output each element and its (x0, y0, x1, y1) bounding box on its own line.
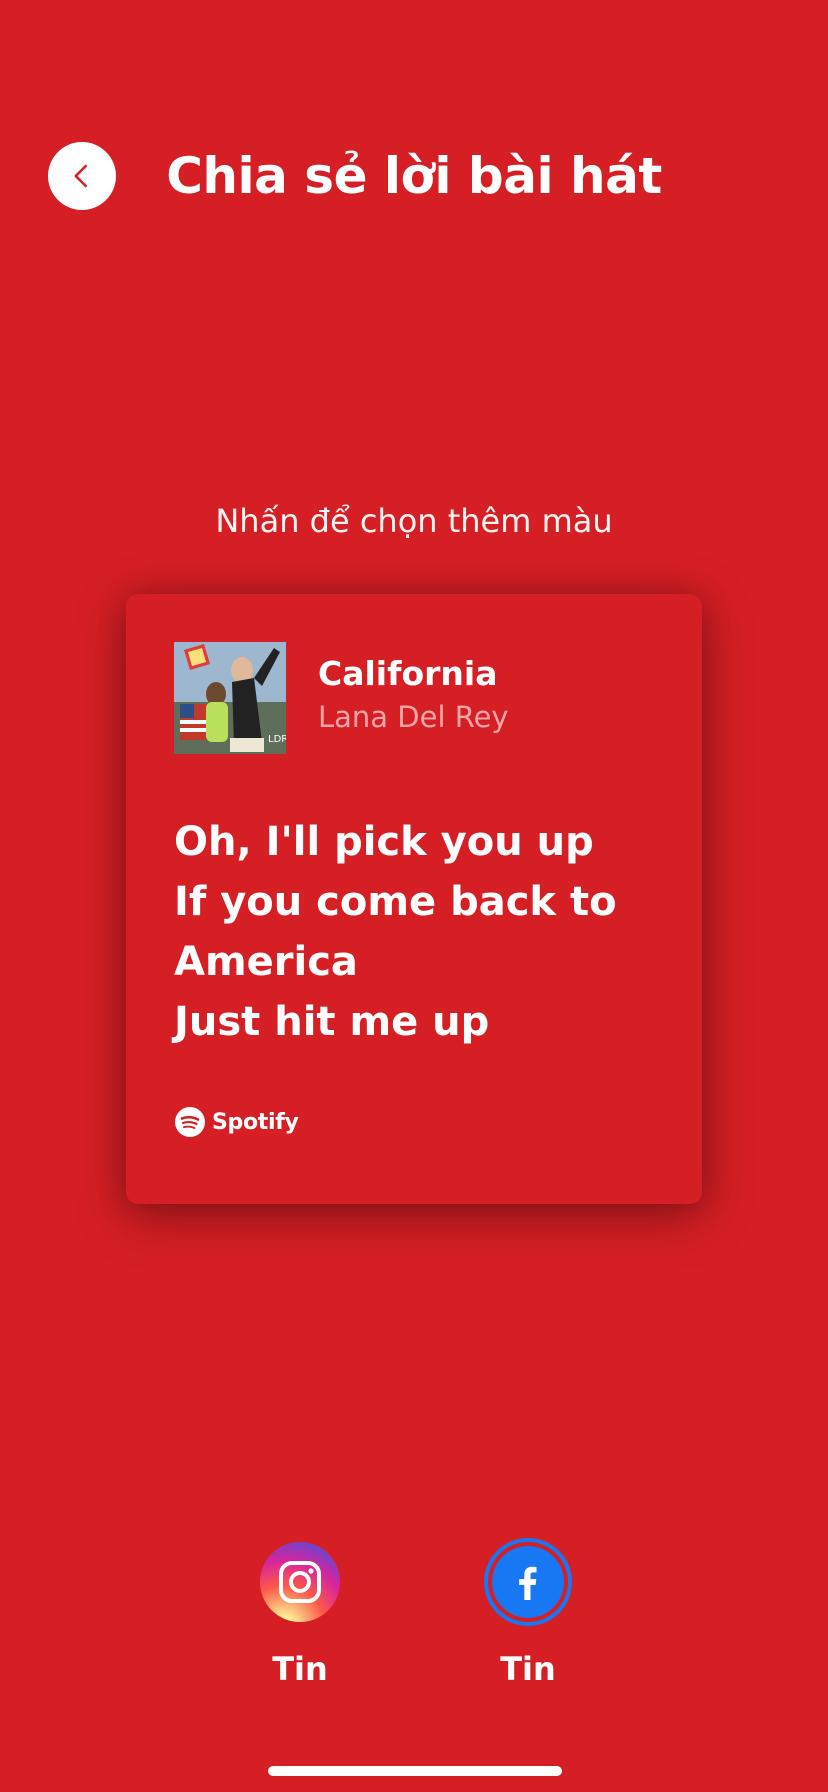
lyric-line: Oh, I'll pick you up (174, 819, 594, 865)
home-indicator[interactable] (268, 1766, 562, 1776)
lyrics-block: Oh, I'll pick you up If you come back to… (174, 812, 674, 1052)
lyric-line: If you come back to (174, 879, 617, 925)
lyrics-card[interactable]: LDR California Lana Del Rey Oh, I'll pic… (126, 594, 702, 1204)
facebook-icon[interactable] (492, 1546, 564, 1618)
lyric-line: America (174, 939, 358, 985)
album-cover-image: LDR (174, 642, 286, 754)
share-instagram-story[interactable]: Tin (230, 1542, 370, 1688)
instagram-icon[interactable] (260, 1542, 340, 1622)
artist-name: Lana Del Rey (318, 700, 509, 734)
spotify-logo: Spotify (174, 1106, 299, 1138)
spotify-icon (175, 1107, 205, 1137)
lyric-line: Just hit me up (174, 999, 490, 1045)
page-title: Chia sẻ lời bài hát (166, 147, 662, 205)
share-options: Tin Tin (0, 1542, 828, 1702)
song-title: California (318, 654, 498, 693)
share-label: Tin (272, 1650, 328, 1688)
share-label: Tin (500, 1650, 556, 1688)
svg-text:LDR: LDR (268, 734, 286, 745)
spotify-wordmark: Spotify (212, 1109, 299, 1135)
share-facebook-story[interactable]: Tin (458, 1542, 598, 1688)
color-hint[interactable]: Nhấn để chọn thêm màu (0, 502, 828, 540)
header: Chia sẻ lời bài hát (0, 0, 828, 260)
